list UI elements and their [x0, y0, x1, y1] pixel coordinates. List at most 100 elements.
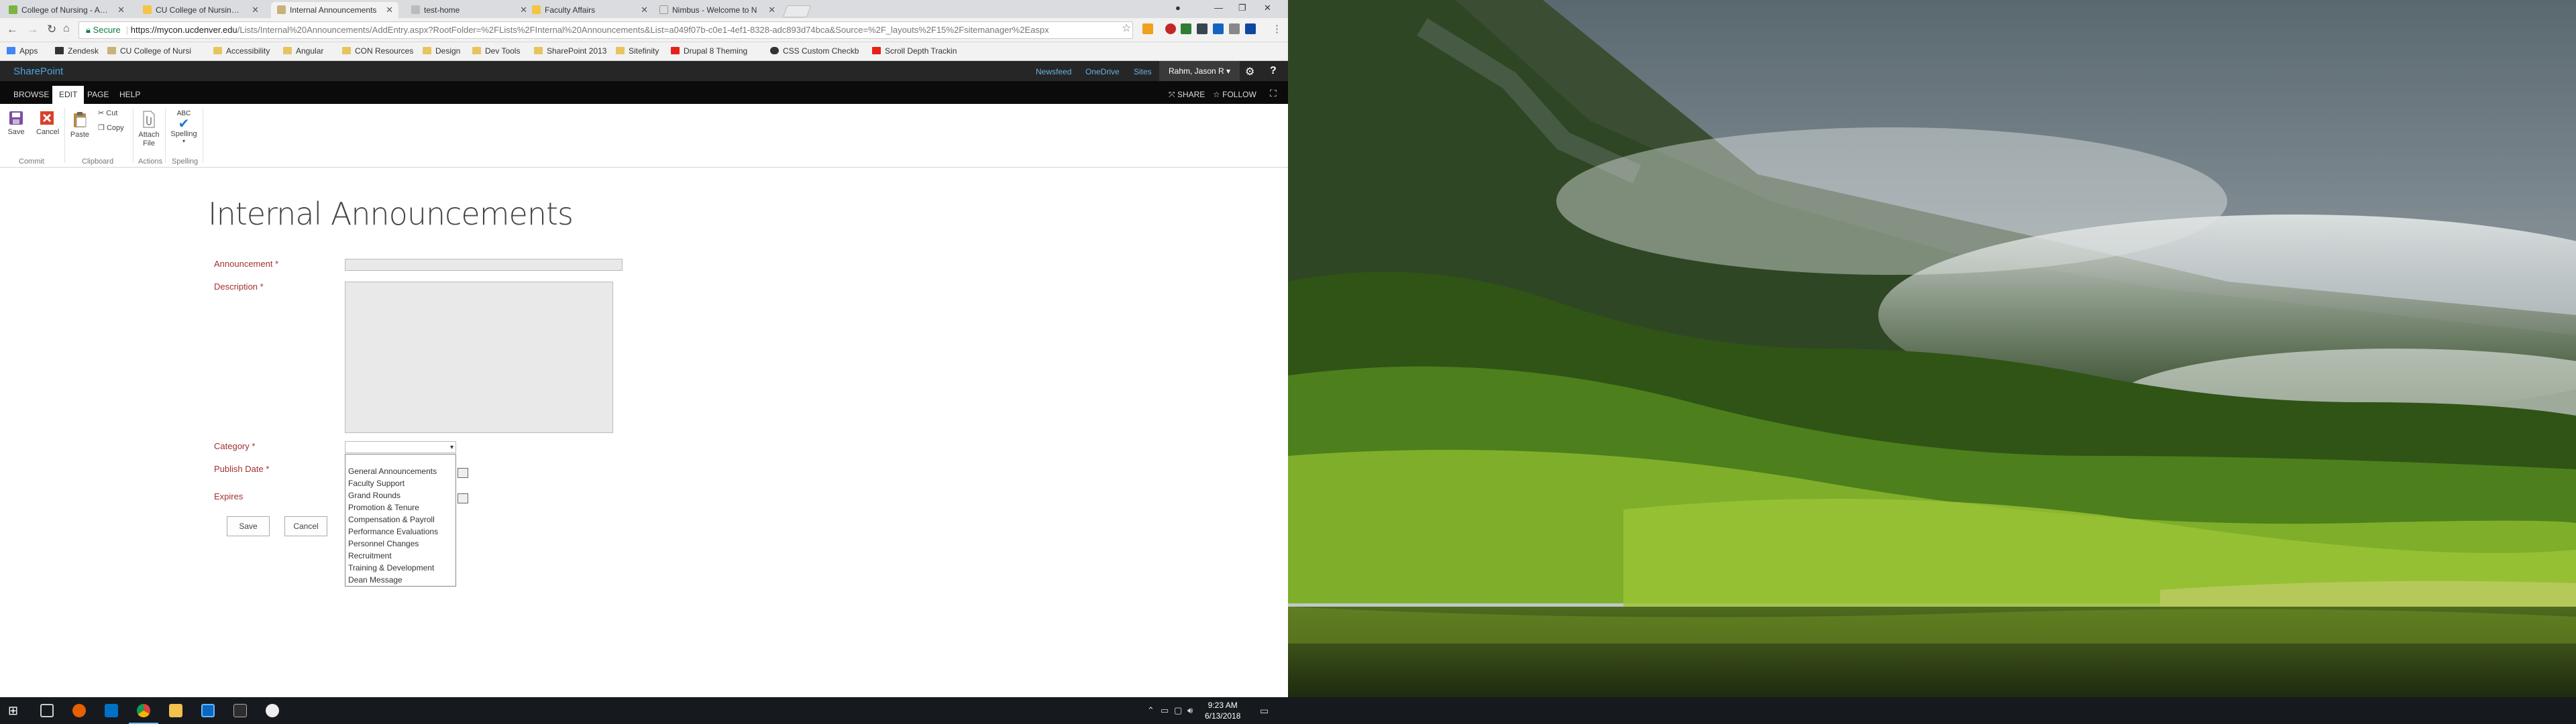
- browser-tab[interactable]: College of Nursing - Age ✕: [3, 2, 130, 18]
- extension-icon[interactable]: [1165, 23, 1176, 34]
- dropdown-option[interactable]: Faculty Support: [345, 477, 455, 489]
- forward-arrow-icon[interactable]: →: [27, 23, 38, 36]
- close-window-button[interactable]: ✕: [1264, 3, 1271, 13]
- home-icon[interactable]: ⌂: [63, 23, 70, 35]
- dropdown-option[interactable]: Promotion & Tenure: [345, 501, 455, 514]
- chrome-icon[interactable]: [137, 704, 150, 717]
- system-clock[interactable]: 9:23 AM 6/13/2018: [1205, 700, 1240, 721]
- bookmark-folder[interactable]: CON Resources: [342, 46, 413, 56]
- tab-page[interactable]: PAGE: [80, 86, 115, 104]
- tab-browse[interactable]: BROWSE: [7, 86, 56, 104]
- gear-icon[interactable]: ⚙: [1245, 65, 1254, 78]
- dropdown-option[interactable]: General Announcements: [345, 465, 455, 477]
- terminal-icon[interactable]: [233, 704, 247, 717]
- firefox-icon[interactable]: [72, 704, 86, 717]
- extension-icon[interactable]: [1245, 23, 1256, 34]
- follow-button[interactable]: ☆ FOLLOW: [1213, 90, 1256, 99]
- bookmark-zendesk[interactable]: Zendesk: [55, 46, 99, 56]
- copy-button[interactable]: ❐ Copy: [98, 124, 124, 133]
- suite-link-newsfeed[interactable]: Newsfeed: [1036, 67, 1071, 76]
- chevron-up-icon[interactable]: ⌃: [1147, 705, 1155, 716]
- task-view-icon[interactable]: [40, 704, 54, 717]
- address-bar[interactable]: 🔒︎ Secure | https://mycon.ucdenver.edu/Li…: [78, 21, 1133, 39]
- attach-file-button[interactable]: Attach File: [137, 111, 161, 148]
- form-cancel-button[interactable]: Cancel: [284, 516, 327, 536]
- close-tab-icon[interactable]: ✕: [768, 2, 775, 18]
- help-icon[interactable]: ?: [1270, 65, 1277, 77]
- bookmark-star-icon[interactable]: ☆: [1122, 21, 1131, 35]
- bookmark-folder[interactable]: Dev Tools: [472, 46, 520, 56]
- dropdown-option[interactable]: Personnel Changes: [345, 538, 455, 550]
- category-select[interactable]: ▾: [345, 441, 456, 453]
- dropdown-option[interactable]: Dean Message: [345, 574, 455, 586]
- announcement-input[interactable]: [345, 259, 623, 271]
- dropdown-option[interactable]: Training & Development: [345, 562, 455, 574]
- browser-tab-active[interactable]: Internal Announcements ✕: [271, 2, 398, 18]
- expires-label: Expires: [214, 491, 244, 501]
- share-button[interactable]: ⤧ SHARE: [1169, 90, 1205, 100]
- paste-button[interactable]: Paste: [68, 112, 91, 139]
- bookmark-youtube[interactable]: Scroll Depth Trackin: [872, 46, 957, 56]
- close-tab-icon[interactable]: ✕: [641, 2, 648, 18]
- bookmark-folder[interactable]: Sitefinity: [616, 46, 659, 56]
- dropdown-option[interactable]: Performance Evaluations: [345, 526, 455, 538]
- back-arrow-icon[interactable]: ←: [7, 23, 18, 36]
- extension-icon[interactable]: [1229, 23, 1240, 34]
- minimize-button[interactable]: —: [1214, 3, 1223, 13]
- dropdown-option[interactable]: Compensation & Payroll: [345, 514, 455, 526]
- bookmark-cu-nursing[interactable]: CU College of Nursi: [107, 46, 191, 56]
- close-tab-icon[interactable]: ✕: [252, 2, 259, 18]
- cut-button[interactable]: ✂ Cut: [98, 109, 117, 118]
- browser-tab[interactable]: Nimbus - Welcome to N ✕: [653, 2, 781, 18]
- chevron-down-icon: ▾: [182, 138, 185, 144]
- spelling-button[interactable]: ABC ✔ Spelling ▾: [170, 109, 197, 144]
- tab-help[interactable]: HELP: [113, 86, 147, 104]
- save-button[interactable]: Save: [7, 111, 25, 137]
- menu-kebab-icon[interactable]: ⋮: [1272, 23, 1282, 35]
- suite-link-sites[interactable]: Sites: [1134, 67, 1152, 76]
- display-icon[interactable]: ▢: [1174, 705, 1182, 716]
- new-tab-button[interactable]: [782, 5, 812, 17]
- bookmark-folder[interactable]: Design: [423, 46, 460, 56]
- maximize-button[interactable]: ❐: [1238, 3, 1246, 13]
- browser-tab[interactable]: Faculty Affairs ✕: [526, 2, 653, 18]
- network-icon[interactable]: ▭: [1161, 705, 1169, 716]
- calendar-icon[interactable]: [458, 468, 468, 478]
- dropdown-blank-option[interactable]: [345, 455, 455, 465]
- windows-start-icon[interactable]: ⊞: [8, 704, 21, 717]
- user-menu[interactable]: Rahm, Jason R ▾: [1159, 61, 1240, 81]
- close-tab-icon[interactable]: ✕: [386, 2, 393, 18]
- reload-icon[interactable]: ↻: [47, 23, 56, 36]
- browser-tab[interactable]: test-home ✕: [405, 2, 533, 18]
- browser-tab[interactable]: CU College of Nursing In ✕: [137, 2, 264, 18]
- extension-icon[interactable]: [1142, 23, 1153, 34]
- extension-icon[interactable]: [1181, 23, 1191, 34]
- volume-icon[interactable]: 🔊︎: [1187, 705, 1193, 716]
- app-icon[interactable]: [201, 704, 215, 717]
- description-textarea[interactable]: [345, 282, 613, 433]
- tab-edit[interactable]: EDIT: [52, 86, 85, 104]
- bookmark-youtube[interactable]: Drupal 8 Theming: [671, 46, 747, 56]
- cancel-button[interactable]: Cancel: [36, 111, 59, 137]
- bookmark-folder[interactable]: Angular: [283, 46, 323, 56]
- extension-icon[interactable]: [1197, 23, 1208, 34]
- calendar-icon[interactable]: [458, 493, 468, 503]
- folder-icon: [283, 47, 292, 54]
- notification-icon[interactable]: ▭: [1260, 705, 1269, 717]
- sharepoint-brand[interactable]: SharePoint: [13, 66, 63, 77]
- extension-icon[interactable]: [1213, 23, 1224, 34]
- bookmark-folder[interactable]: Accessibility: [213, 46, 270, 56]
- dropdown-option[interactable]: Recruitment: [345, 550, 455, 562]
- close-tab-icon[interactable]: ✕: [117, 2, 125, 18]
- dropdown-option[interactable]: Grand Rounds: [345, 489, 455, 501]
- app-icon[interactable]: [266, 704, 279, 717]
- outlook-icon[interactable]: [105, 704, 118, 717]
- suite-link-onedrive[interactable]: OneDrive: [1085, 67, 1120, 76]
- bookmark-github[interactable]: CSS Custom Checkb: [770, 46, 859, 56]
- profile-icon[interactable]: ●: [1175, 3, 1181, 13]
- bookmark-apps[interactable]: Apps: [7, 46, 38, 56]
- file-explorer-icon[interactable]: [169, 704, 182, 717]
- focus-on-content-icon[interactable]: ⛶: [1270, 88, 1277, 99]
- bookmark-folder[interactable]: SharePoint 2013: [534, 46, 606, 56]
- form-save-button[interactable]: Save: [227, 516, 270, 536]
